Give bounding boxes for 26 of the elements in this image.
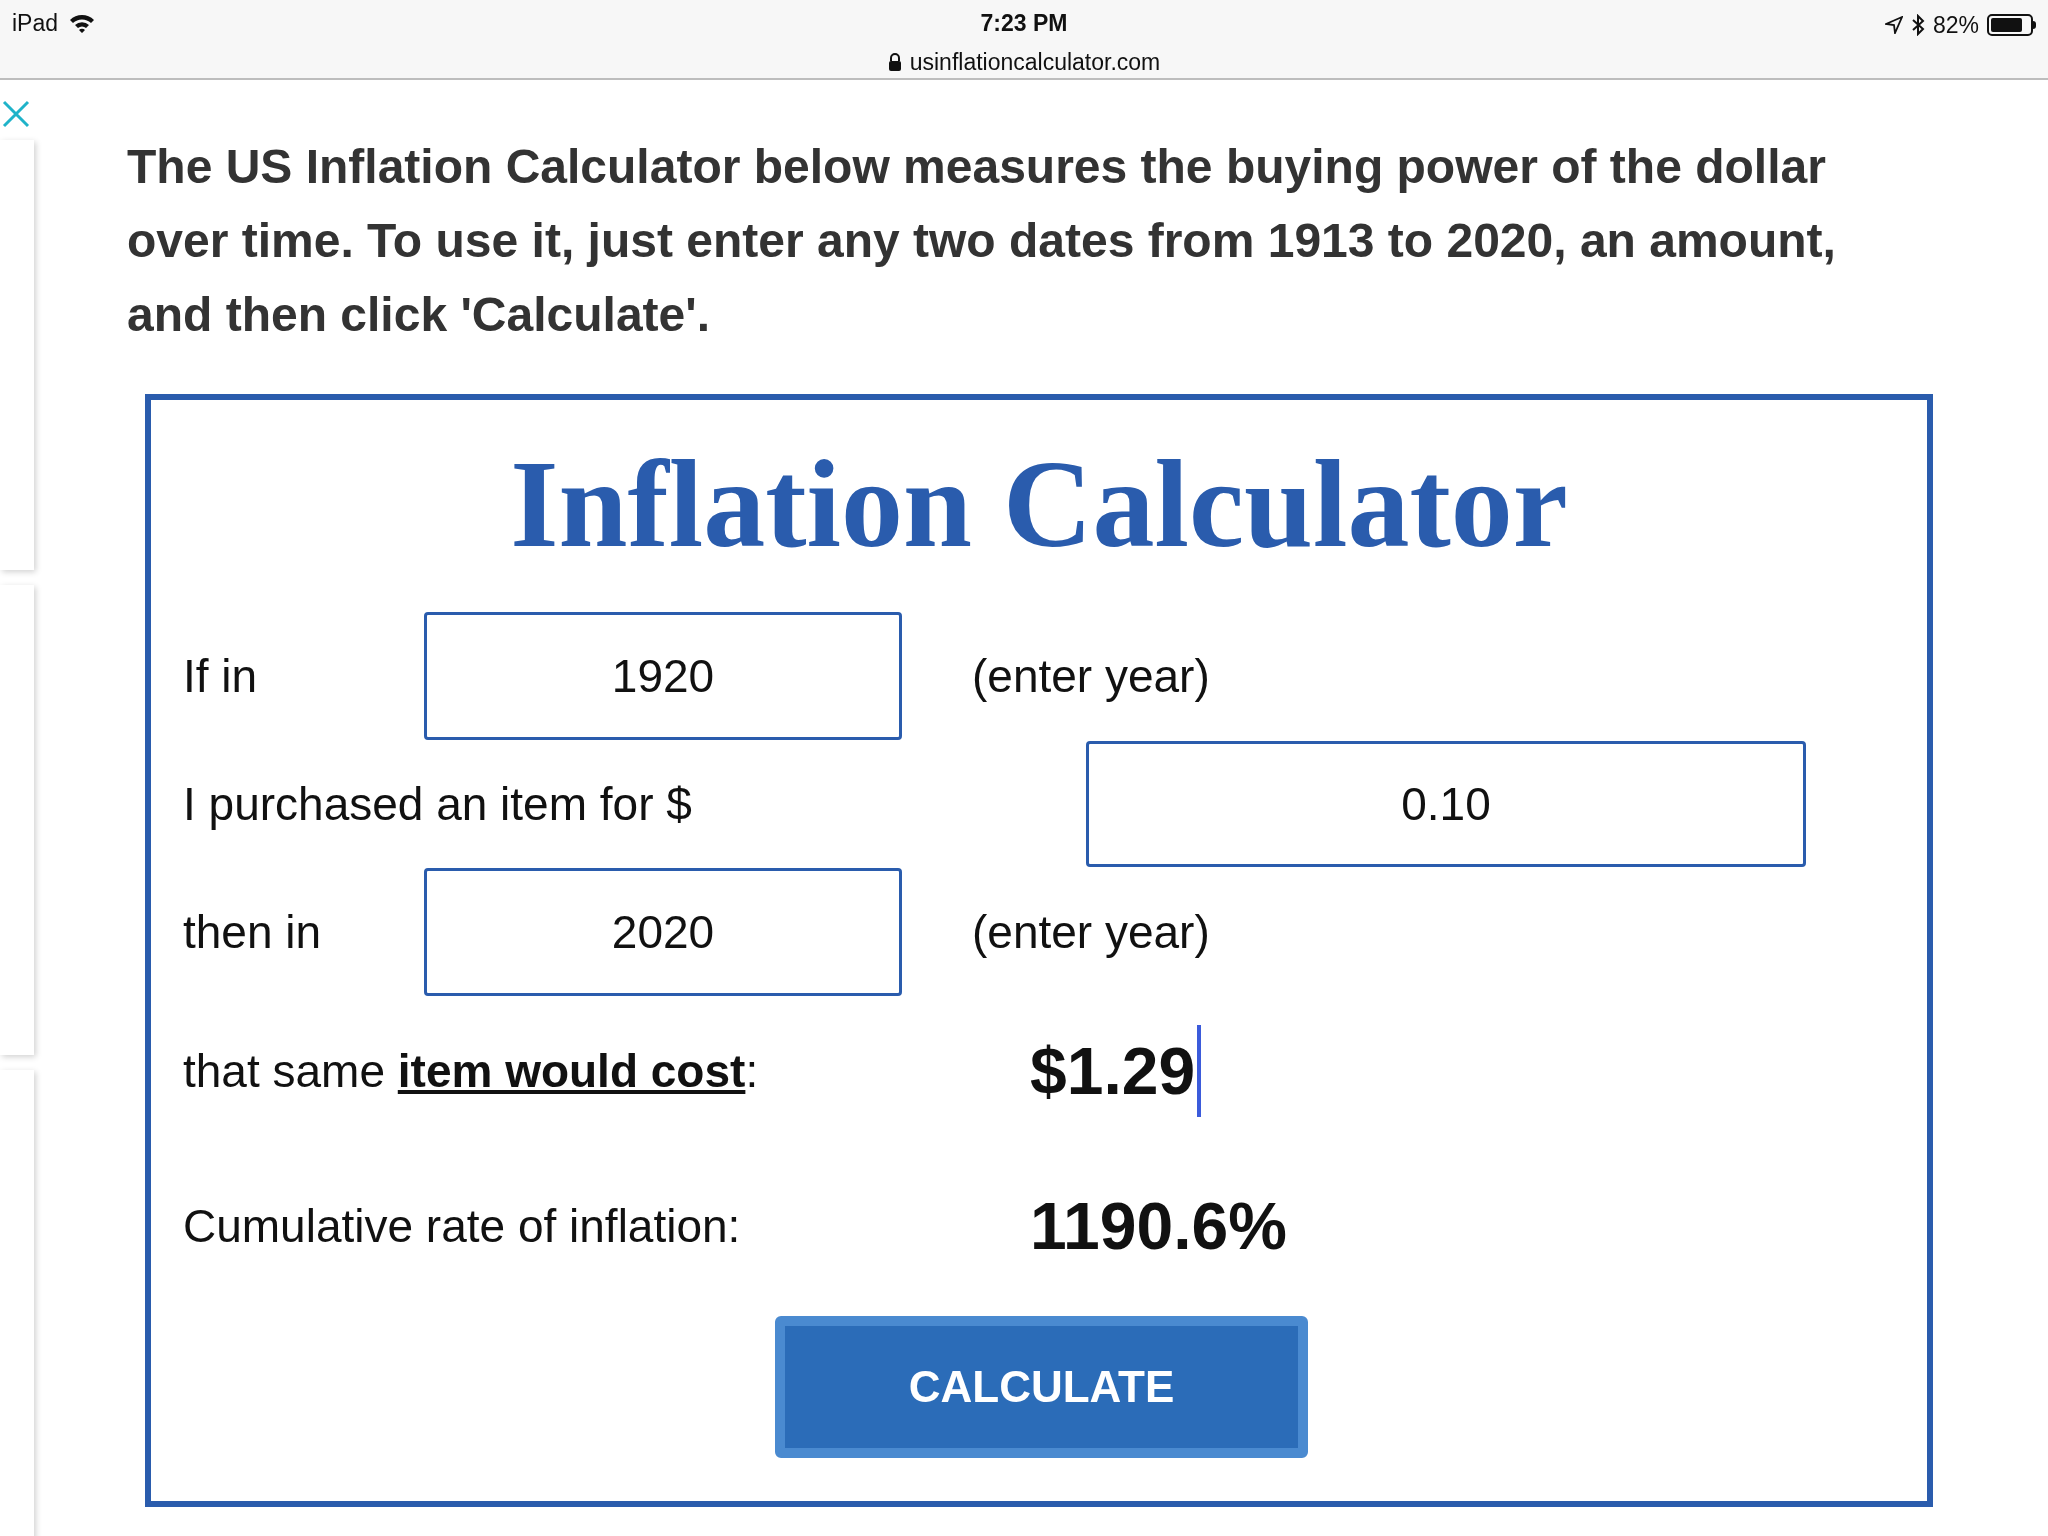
field-hint: (enter year) [972,904,1210,960]
calculator-title: Inflation Calculator [509,440,1569,570]
field-label: then in [183,904,323,960]
clock: 7:23 PM [980,9,1068,38]
field-label: I purchased an item for $ [183,776,693,832]
field-label: If in [183,648,259,704]
close-icon[interactable] [2,100,30,128]
intro-paragraph: The US Inflation Calculator below measures the buying power of the dollar over time. To use it, just enter any two dates from 1913 to 2020, an amount, and then click 'Calculate'. [127,139,1837,343]
url-text[interactable]: usinflationcalculator.com [909,44,1161,79]
year-field[interactable]: 1920 [424,612,902,740]
year-field[interactable]: 2020 [424,868,902,996]
lock-icon [887,52,902,71]
item-cost-link[interactable]: item would cost [397,1044,746,1097]
bluetooth-icon [1910,14,1925,37]
battery-percent: 82% [1932,11,1979,40]
calculate-button[interactable]: CALCULATE [775,1316,1308,1458]
result-label: that same item would cost: [183,1043,760,1099]
cost-result: $1.29 [1030,1032,1196,1110]
field-hint: (enter year) [972,648,1210,704]
rate-result: 1190.6% [1030,1187,1287,1265]
amount-field[interactable]: 0.10 [1086,741,1806,867]
device-name: iPad [12,9,59,38]
wifi-icon [68,12,97,35]
rate-label: Cumulative rate of inflation: [183,1198,742,1254]
battery-icon [1987,14,2036,37]
location-arrow-icon [1884,16,1903,35]
